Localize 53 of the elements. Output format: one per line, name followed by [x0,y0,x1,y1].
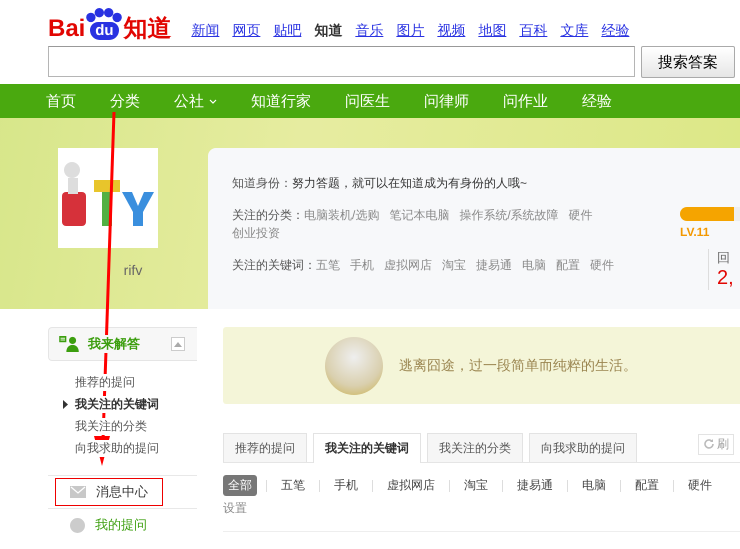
envelope-icon [70,486,86,498]
search-button[interactable]: 搜索答案 [641,46,735,78]
filter-chip[interactable]: 捷易通 [512,475,558,496]
refresh-icon [703,438,715,450]
filter-chip[interactable]: 电脑 [577,475,611,496]
stat-label: 回 [717,249,731,267]
top-nav-link[interactable]: 网页 [232,22,260,40]
top-nav-link[interactable]: 经验 [601,22,630,40]
top-nav-link[interactable]: 音乐 [355,22,384,40]
filter-chip[interactable]: 配置 [630,475,664,496]
person-icon [59,336,79,352]
keyword-link[interactable]: 淘宝 [442,256,466,274]
sidebar-subitem[interactable]: 推荐的提问 [75,374,135,390]
top-nav-link[interactable]: 贴吧 [273,22,302,40]
sidebar-item-label: 消息中心 [96,483,148,501]
top-nav-link[interactable]: 视频 [437,22,466,40]
banner-text: 逃离囧途，过一段简单而纯粹的生活。 [399,356,637,374]
sidebar-item[interactable]: 消息中心 [55,478,163,506]
logo-text: Bai [48,16,86,42]
level-label: LV.11 [680,225,710,239]
sidebar-item-label: 我的提问 [95,516,147,534]
top-nav-link[interactable]: 百科 [519,22,548,40]
top-nav-link[interactable]: 图片 [396,22,424,40]
section-title: 我来解答 [88,335,140,353]
identity-text: 努力答题，就可以在知道成为有身份的人哦~ [292,175,528,192]
top-nav-link[interactable]: 地图 [478,22,506,40]
paw-logo: du [85,8,124,42]
tab[interactable]: 我关注的分类 [427,433,523,462]
top-nav-link[interactable]: 新闻 [191,22,220,40]
settings-link[interactable]: 设置 [223,500,247,517]
categories-label: 关注的分类： [232,207,304,224]
keywords-label: 关注的关键词： [232,257,316,274]
filter-chip[interactable]: 全部 [223,475,257,496]
identity-label: 知道身份： [232,175,292,192]
stat-value: 2, [717,267,735,290]
sidebar-subitem[interactable]: 我关注的分类 [75,418,147,434]
tab[interactable]: 向我求助的提问 [529,433,637,462]
filter-chip[interactable]: 手机 [329,475,363,496]
sidebar-subitem[interactable]: 我关注的关键词 [75,396,159,412]
logo-text: 知道 [123,16,172,42]
filter-chip[interactable]: 虚拟网店 [382,475,440,496]
filter-chip[interactable]: 五笔 [276,475,310,496]
top-nav-link[interactable]: 知道 [314,22,342,40]
triangle-icon [63,400,68,408]
tab[interactable]: 推荐的提问 [223,433,307,462]
collapse-button[interactable] [171,337,185,351]
top-nav-link[interactable]: 文库 [560,22,588,40]
search-field[interactable] [48,46,635,77]
tab[interactable]: 我关注的关键词 [313,433,421,463]
caret-icon [174,342,182,346]
filter-chip[interactable]: 硬件 [683,475,717,496]
sidebar-subitem[interactable]: 向我求助的提问 [75,440,159,456]
filter-chip[interactable]: 淘宝 [459,475,493,496]
